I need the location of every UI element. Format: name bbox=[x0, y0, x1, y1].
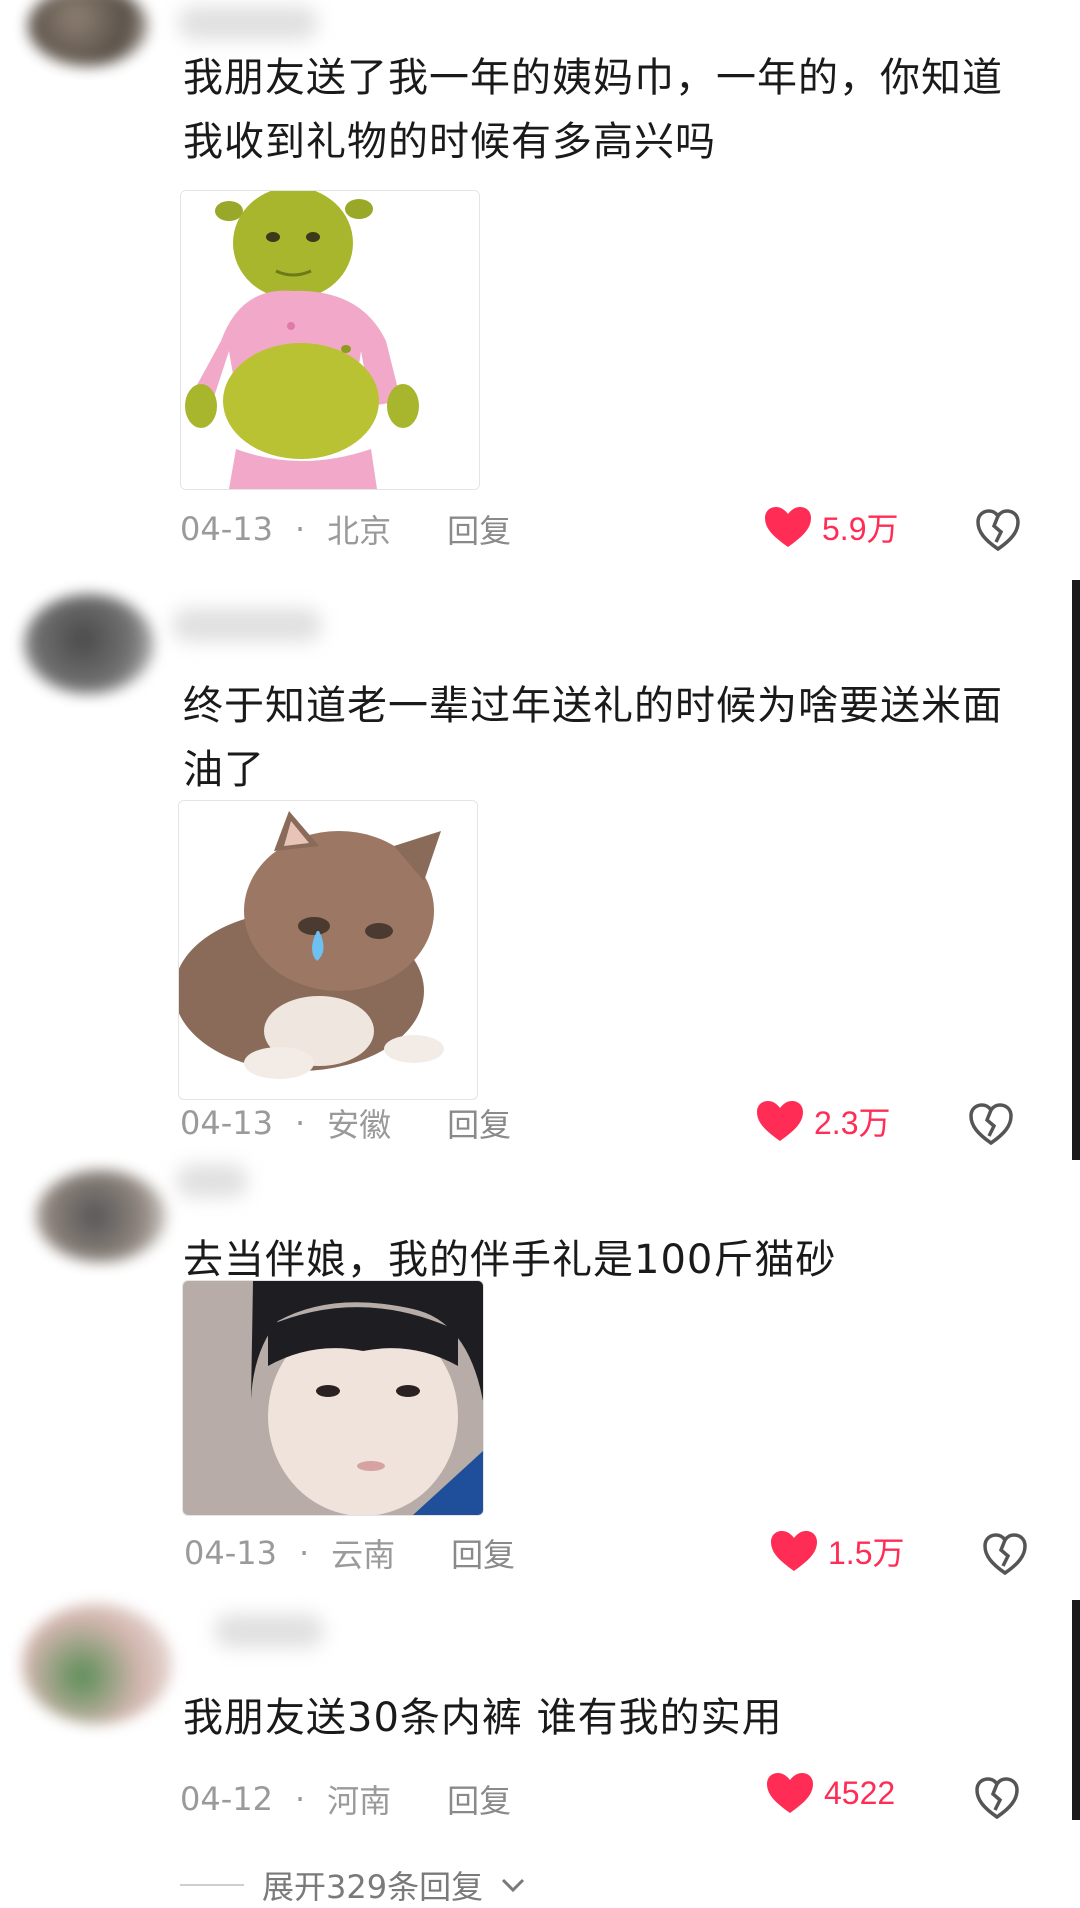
expand-replies-button[interactable]: 展开329条回复 bbox=[180, 1862, 525, 1908]
comment-date: 04-13 bbox=[180, 510, 273, 548]
like-count: 2.3万 bbox=[814, 1105, 891, 1141]
heart-icon bbox=[757, 1101, 803, 1141]
like-button[interactable]: 5.9万 bbox=[764, 504, 899, 550]
username-blurred[interactable] bbox=[176, 1164, 248, 1198]
expand-replies-label: 展开329条回复 bbox=[262, 1868, 484, 1906]
comment-date: 04-13 bbox=[180, 1104, 273, 1142]
username-blurred[interactable] bbox=[178, 6, 318, 40]
meta-separator: · bbox=[298, 1534, 310, 1572]
comment-item: 我朋友送30条内裤 谁有我的实用 04-12 · 河南 回复 4522 bbox=[0, 1580, 1080, 1830]
meta-separator: · bbox=[294, 1104, 306, 1142]
avatar[interactable] bbox=[22, 1604, 172, 1724]
like-count: 4522 bbox=[824, 1774, 896, 1811]
reply-button[interactable]: 回复 bbox=[447, 1776, 511, 1822]
comment-meta: 04-13 · 北京 回复 bbox=[180, 506, 511, 552]
comment-meta: 04-12 · 河南 回复 bbox=[180, 1776, 511, 1822]
chevron-down-icon bbox=[502, 1878, 525, 1893]
reply-button[interactable]: 回复 bbox=[447, 1100, 511, 1146]
comment-location: 安徽 bbox=[327, 1106, 392, 1144]
broken-heart-icon[interactable] bbox=[974, 1776, 1020, 1820]
heart-icon bbox=[765, 507, 811, 547]
comment-text: 终于知道老一辈过年送礼的时候为啥要送米面油了 bbox=[183, 683, 1003, 793]
heart-icon bbox=[771, 1531, 817, 1571]
like-count: 5.9万 bbox=[822, 511, 899, 547]
comment-date: 04-13 bbox=[184, 1534, 277, 1572]
username-blurred[interactable] bbox=[214, 1614, 324, 1648]
broken-heart-icon[interactable] bbox=[975, 508, 1021, 552]
comment-image[interactable] bbox=[178, 800, 478, 1100]
like-button[interactable]: 1.5万 bbox=[770, 1528, 905, 1574]
broken-heart-icon[interactable] bbox=[982, 1532, 1028, 1576]
comment-text: 我朋友送了我一年的姨妈巾，一年的，你知道我收到礼物的时候有多高兴吗 bbox=[183, 55, 1003, 165]
heart-icon bbox=[767, 1773, 813, 1813]
like-count: 1.5万 bbox=[828, 1535, 905, 1571]
like-button[interactable]: 2.3万 bbox=[756, 1098, 891, 1144]
username-blurred[interactable] bbox=[172, 608, 322, 642]
avatar[interactable] bbox=[36, 1170, 166, 1262]
divider bbox=[180, 1884, 244, 1886]
avatar[interactable] bbox=[24, 594, 154, 694]
comment-location: 河南 bbox=[327, 1782, 392, 1820]
comment-item: 去当伴娘，我的伴手礼是100斤猫砂 04-13 · 云南 回复 1.5万 bbox=[0, 1150, 1080, 1576]
comment-date: 04-12 bbox=[180, 1780, 273, 1818]
avatar[interactable] bbox=[28, 0, 148, 66]
reply-button[interactable]: 回复 bbox=[447, 506, 511, 552]
comment-text: 我朋友送30条内裤 谁有我的实用 bbox=[183, 1695, 783, 1741]
reply-button[interactable]: 回复 bbox=[451, 1530, 515, 1576]
broken-heart-icon[interactable] bbox=[968, 1102, 1014, 1146]
comment-item: 我朋友送了我一年的姨妈巾，一年的，你知道我收到礼物的时候有多高兴吗 04-13 … bbox=[0, 0, 1080, 560]
comment-meta: 04-13 · 安徽 回复 bbox=[180, 1100, 511, 1146]
meta-separator: · bbox=[294, 510, 306, 548]
comment-image[interactable] bbox=[182, 1280, 484, 1516]
meta-separator: · bbox=[294, 1780, 306, 1818]
like-button[interactable]: 4522 bbox=[766, 1772, 895, 1814]
comment-item: 终于知道老一辈过年送礼的时候为啥要送米面油了 04-13 · 安徽 回复 2.3… bbox=[0, 580, 1080, 1146]
comment-image[interactable] bbox=[180, 190, 480, 490]
comment-location: 云南 bbox=[331, 1536, 396, 1574]
comment-meta: 04-13 · 云南 回复 bbox=[184, 1530, 515, 1576]
comment-location: 北京 bbox=[327, 512, 392, 550]
